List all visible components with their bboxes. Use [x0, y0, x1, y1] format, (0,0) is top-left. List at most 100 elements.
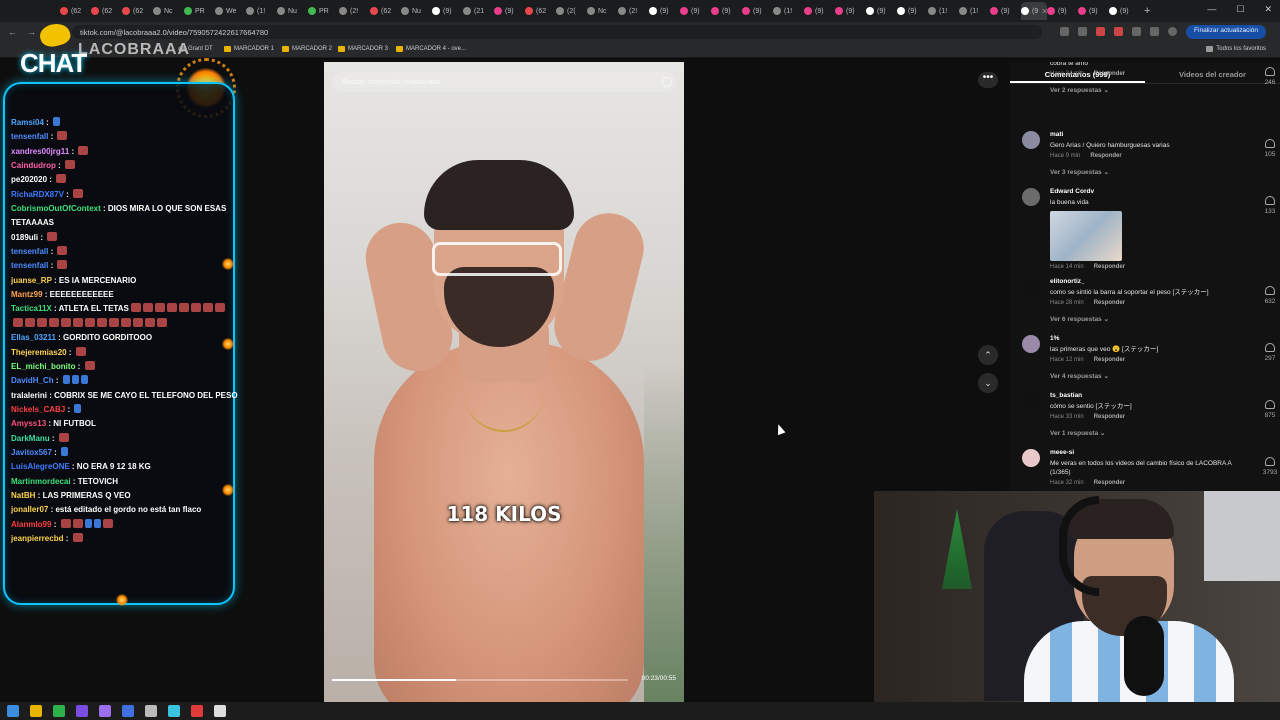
chat-username[interactable]: tensenfall — [11, 247, 48, 256]
puzzle-icon[interactable] — [1132, 27, 1141, 36]
browser-tab[interactable]: Nu — [401, 2, 432, 20]
video-progress-bar[interactable] — [332, 679, 628, 681]
browser-tab[interactable]: (9) — [680, 2, 711, 20]
commenter-name[interactable]: meee-si — [1050, 449, 1245, 456]
extension-icon[interactable] — [1096, 27, 1105, 36]
menu-icon[interactable] — [1150, 27, 1159, 36]
browser-tab[interactable]: Nc — [587, 2, 618, 20]
chat-username[interactable]: jeanpierrecbd — [11, 534, 63, 543]
reply-button[interactable]: Responder — [1094, 480, 1125, 486]
video-player[interactable]: Buscar contenido relacionado 118 KILOS 0… — [324, 62, 684, 702]
chrome-icon[interactable] — [53, 705, 65, 717]
browser-tab[interactable]: Nc — [153, 2, 184, 20]
commenter-name[interactable]: 1% — [1050, 335, 1245, 342]
like-button[interactable]: 297 — [1258, 343, 1280, 362]
extension-icon[interactable] — [1114, 27, 1123, 36]
close-window-button[interactable]: ✕ — [1264, 4, 1272, 15]
browser-tab[interactable]: (9) — [432, 2, 463, 20]
browser-tab[interactable]: (1! — [928, 2, 959, 20]
star-icon[interactable] — [1078, 27, 1087, 36]
maximize-button[interactable]: ☐ — [1236, 4, 1244, 15]
commenter-name[interactable]: elitonortiz_ — [1050, 278, 1245, 285]
app-red-icon[interactable] — [191, 705, 203, 717]
chat-username[interactable]: Mantz99 — [11, 290, 43, 299]
browser-tab[interactable]: PR — [308, 2, 339, 20]
browser-tab[interactable]: (9 ✕ — [1021, 2, 1047, 20]
bookmark-item[interactable]: MARCADOR 1 — [224, 46, 274, 52]
chat-username[interactable]: Amyss13 — [11, 419, 46, 428]
browser-tab[interactable]: (1! — [959, 2, 990, 20]
browser-tab[interactable]: (62 — [525, 2, 556, 20]
minimize-button[interactable]: — — [1207, 4, 1216, 15]
browser-tab[interactable]: (9) — [494, 2, 525, 20]
new-tab-button[interactable]: + — [1144, 5, 1150, 17]
video-search-input[interactable]: Buscar contenido relacionado — [332, 72, 676, 92]
chat-username[interactable]: Ramsi04 — [11, 118, 44, 127]
view-replies-button[interactable]: Ver 4 respuestas ⌄ — [1050, 372, 1245, 380]
chat-username[interactable]: Ellas_03211 — [11, 333, 56, 342]
chat-username[interactable]: DarkManu — [11, 434, 50, 443]
next-video-button[interactable]: ⌄ — [978, 373, 998, 393]
chat-username[interactable]: Alanmlo99 — [11, 520, 51, 529]
chat-username[interactable]: juanse_RP — [11, 276, 52, 285]
search-icon[interactable] — [662, 77, 672, 87]
reply-button[interactable]: Responder — [1090, 153, 1121, 159]
browser-tab[interactable]: (9) — [1109, 2, 1140, 20]
commenter-avatar[interactable] — [1022, 278, 1040, 296]
bookmark-item[interactable]: MARCADOR 3 — [338, 46, 388, 52]
browser-tab[interactable]: (9) — [1047, 2, 1078, 20]
chat-username[interactable]: DavidH_Ch — [11, 376, 54, 385]
reply-button[interactable]: Responder — [1094, 71, 1125, 77]
screen-icon[interactable] — [1060, 27, 1069, 36]
like-button[interactable]: 632 — [1258, 286, 1280, 305]
like-button[interactable]: 875 — [1258, 400, 1280, 419]
all-bookmarks[interactable]: Todos los favoritos — [1206, 46, 1266, 52]
browser-tab[interactable]: PR — [184, 2, 215, 20]
commenter-avatar[interactable] — [1022, 335, 1040, 353]
chat-username[interactable]: pe202020 — [11, 175, 47, 184]
update-button[interactable]: Finalizar actualización — [1186, 25, 1266, 39]
chat-username[interactable]: 0189uli — [11, 233, 38, 242]
view-replies-button[interactable]: Ver 3 respuestas ⌄ — [1050, 168, 1245, 176]
like-button[interactable]: 3793 — [1258, 457, 1280, 476]
previous-video-button[interactable]: ⌃ — [978, 345, 998, 365]
browser-tab[interactable]: (62 — [60, 2, 91, 20]
explorer-icon[interactable] — [30, 705, 42, 717]
reply-button[interactable]: Responder — [1094, 414, 1125, 420]
chat-username[interactable]: CobrismoOutOfContext — [11, 204, 101, 213]
commenter-avatar[interactable] — [1022, 131, 1040, 149]
chat-username[interactable]: Nickels_CABJ — [11, 405, 65, 414]
chat-username[interactable]: tralalerini — [11, 391, 47, 400]
browser-tab[interactable]: (9) — [649, 2, 680, 20]
browser-tab[interactable]: (2( — [556, 2, 587, 20]
chat-username[interactable]: Caindudrop — [11, 161, 56, 170]
commenter-name[interactable]: Edward Cordv — [1050, 188, 1245, 195]
reply-button[interactable]: Responder — [1094, 357, 1125, 363]
commenter-name[interactable]: ts_bastian — [1050, 392, 1245, 399]
back-icon[interactable]: ← — [8, 27, 17, 38]
browser-tab[interactable]: (1! — [773, 2, 804, 20]
like-button[interactable]: 133 — [1258, 196, 1280, 215]
chat-username[interactable]: xandres00jrg11 — [11, 147, 69, 156]
commenter-name[interactable]: mati — [1050, 131, 1245, 138]
app-blue-icon[interactable] — [122, 705, 134, 717]
chat-username[interactable]: EL_michi_bonito — [11, 362, 75, 371]
browser-tab[interactable]: (9) — [866, 2, 897, 20]
reply-button[interactable]: Responder — [1094, 264, 1125, 270]
view-replies-button[interactable]: Ver 1 respuesta ⌄ — [1050, 429, 1245, 437]
reply-button[interactable]: Responder — [1094, 300, 1125, 306]
chat-username[interactable]: Tactica11X — [11, 304, 52, 313]
view-replies-button[interactable]: Ver 2 respuestas ⌄ — [1050, 86, 1245, 94]
browser-tab[interactable]: (62 — [122, 2, 153, 20]
commenter-avatar[interactable] — [1022, 392, 1040, 410]
app-teal-icon[interactable] — [168, 705, 180, 717]
chat-username[interactable]: Martinmordecai — [11, 477, 71, 486]
start-icon[interactable] — [7, 705, 19, 717]
like-button[interactable]: 246 — [1258, 67, 1280, 86]
browser-tab[interactable]: (2! — [339, 2, 370, 20]
browser-tab[interactable]: (1! — [246, 2, 277, 20]
comment-image[interactable] — [1050, 211, 1122, 261]
url-field[interactable]: tiktok.com/@lacobraaa2.0/video/759057242… — [72, 25, 1042, 39]
browser-tab[interactable]: (9) — [835, 2, 866, 20]
chat-username[interactable]: NatBH — [11, 491, 35, 500]
